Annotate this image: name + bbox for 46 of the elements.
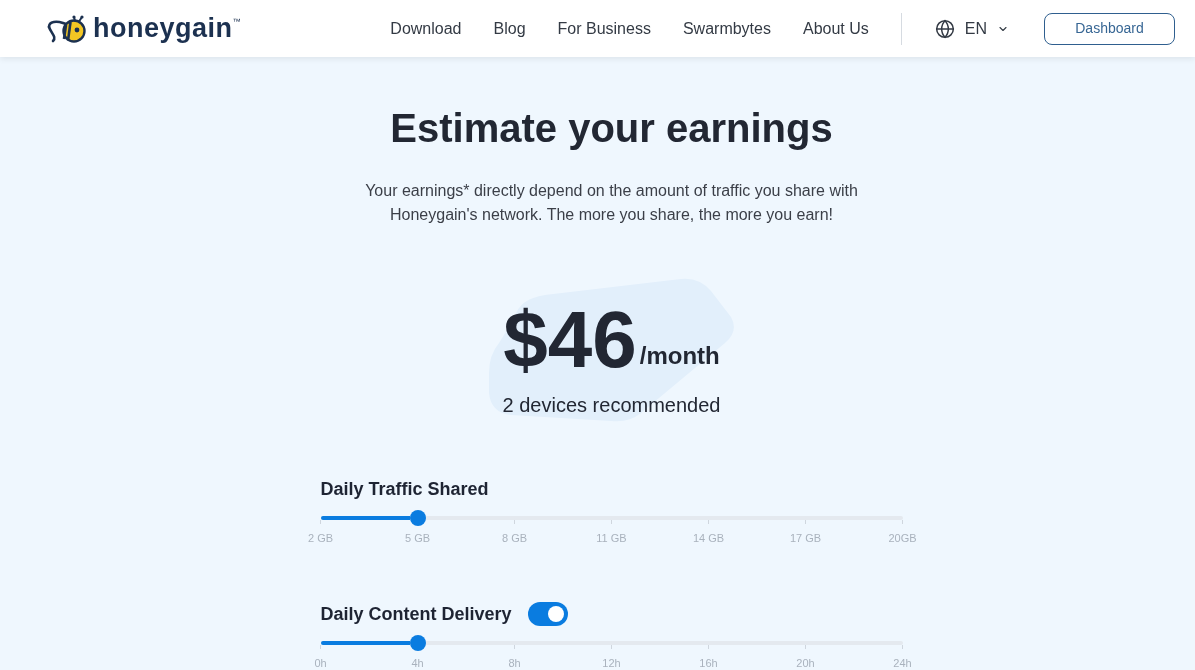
tick-mark <box>805 520 806 524</box>
tick-label: 24h <box>893 656 912 670</box>
tick-label: 20h <box>796 656 815 670</box>
tick-mark <box>514 520 515 524</box>
nav-link[interactable]: About Us <box>802 16 869 41</box>
tick-mark <box>320 645 321 649</box>
toggle-switch[interactable] <box>527 602 568 626</box>
devices-text: 2 devices recommended <box>502 393 721 418</box>
tick-label: 5 GB <box>404 531 431 545</box>
slider-label: Daily Content Delivery <box>320 603 512 626</box>
tick-label: 4h <box>411 656 424 670</box>
tick-mark <box>514 645 515 649</box>
slider-thumb[interactable] <box>409 510 426 526</box>
nav-link[interactable]: For Business <box>557 16 651 41</box>
tick-label: 8 GB <box>501 531 528 545</box>
tick-mark <box>320 520 321 524</box>
tick-label: 2 GB <box>307 531 334 545</box>
nav-link[interactable]: Swarmbytes <box>682 16 771 41</box>
tick-label: 12h <box>602 656 621 670</box>
nav-link[interactable]: Download <box>390 16 462 41</box>
tick-mark <box>708 645 709 649</box>
description-text: Your earnings* directly depend on the amount of traffic you share with Honeygain's network. The more you share, the more you earn! <box>364 181 859 225</box>
tick-mark <box>611 520 612 524</box>
price-amount: $46 <box>503 300 637 380</box>
nav-link[interactable]: Blog <box>493 16 526 41</box>
logo-text[interactable]: honeygain$^{™}$ <box>93 15 241 42</box>
dashboard-button[interactable]: Dashboard <box>1044 12 1175 45</box>
page-title: Estimate your earnings <box>390 105 833 152</box>
bee-icon <box>47 14 87 43</box>
tick-label: 16h <box>699 656 718 670</box>
slider-thumb[interactable] <box>409 635 426 651</box>
tick-label: 17 GB <box>789 531 822 545</box>
tick-label: 14 GB <box>692 531 725 545</box>
tick-mark <box>805 645 806 649</box>
globe-icon <box>934 18 955 39</box>
tick-mark <box>708 520 709 524</box>
tick-label: 8h <box>508 656 521 670</box>
slider-label: Daily Traffic Shared <box>320 478 489 501</box>
tick-label: 11 GB <box>596 531 627 545</box>
tick-mark <box>902 520 903 524</box>
tick-label: 20GB <box>888 531 917 545</box>
language-selector[interactable]: EN <box>934 16 1009 41</box>
tick-mark <box>611 645 612 649</box>
tick-mark <box>902 645 903 649</box>
price-period: /month <box>639 342 720 370</box>
tick-label: 0h <box>314 656 327 670</box>
